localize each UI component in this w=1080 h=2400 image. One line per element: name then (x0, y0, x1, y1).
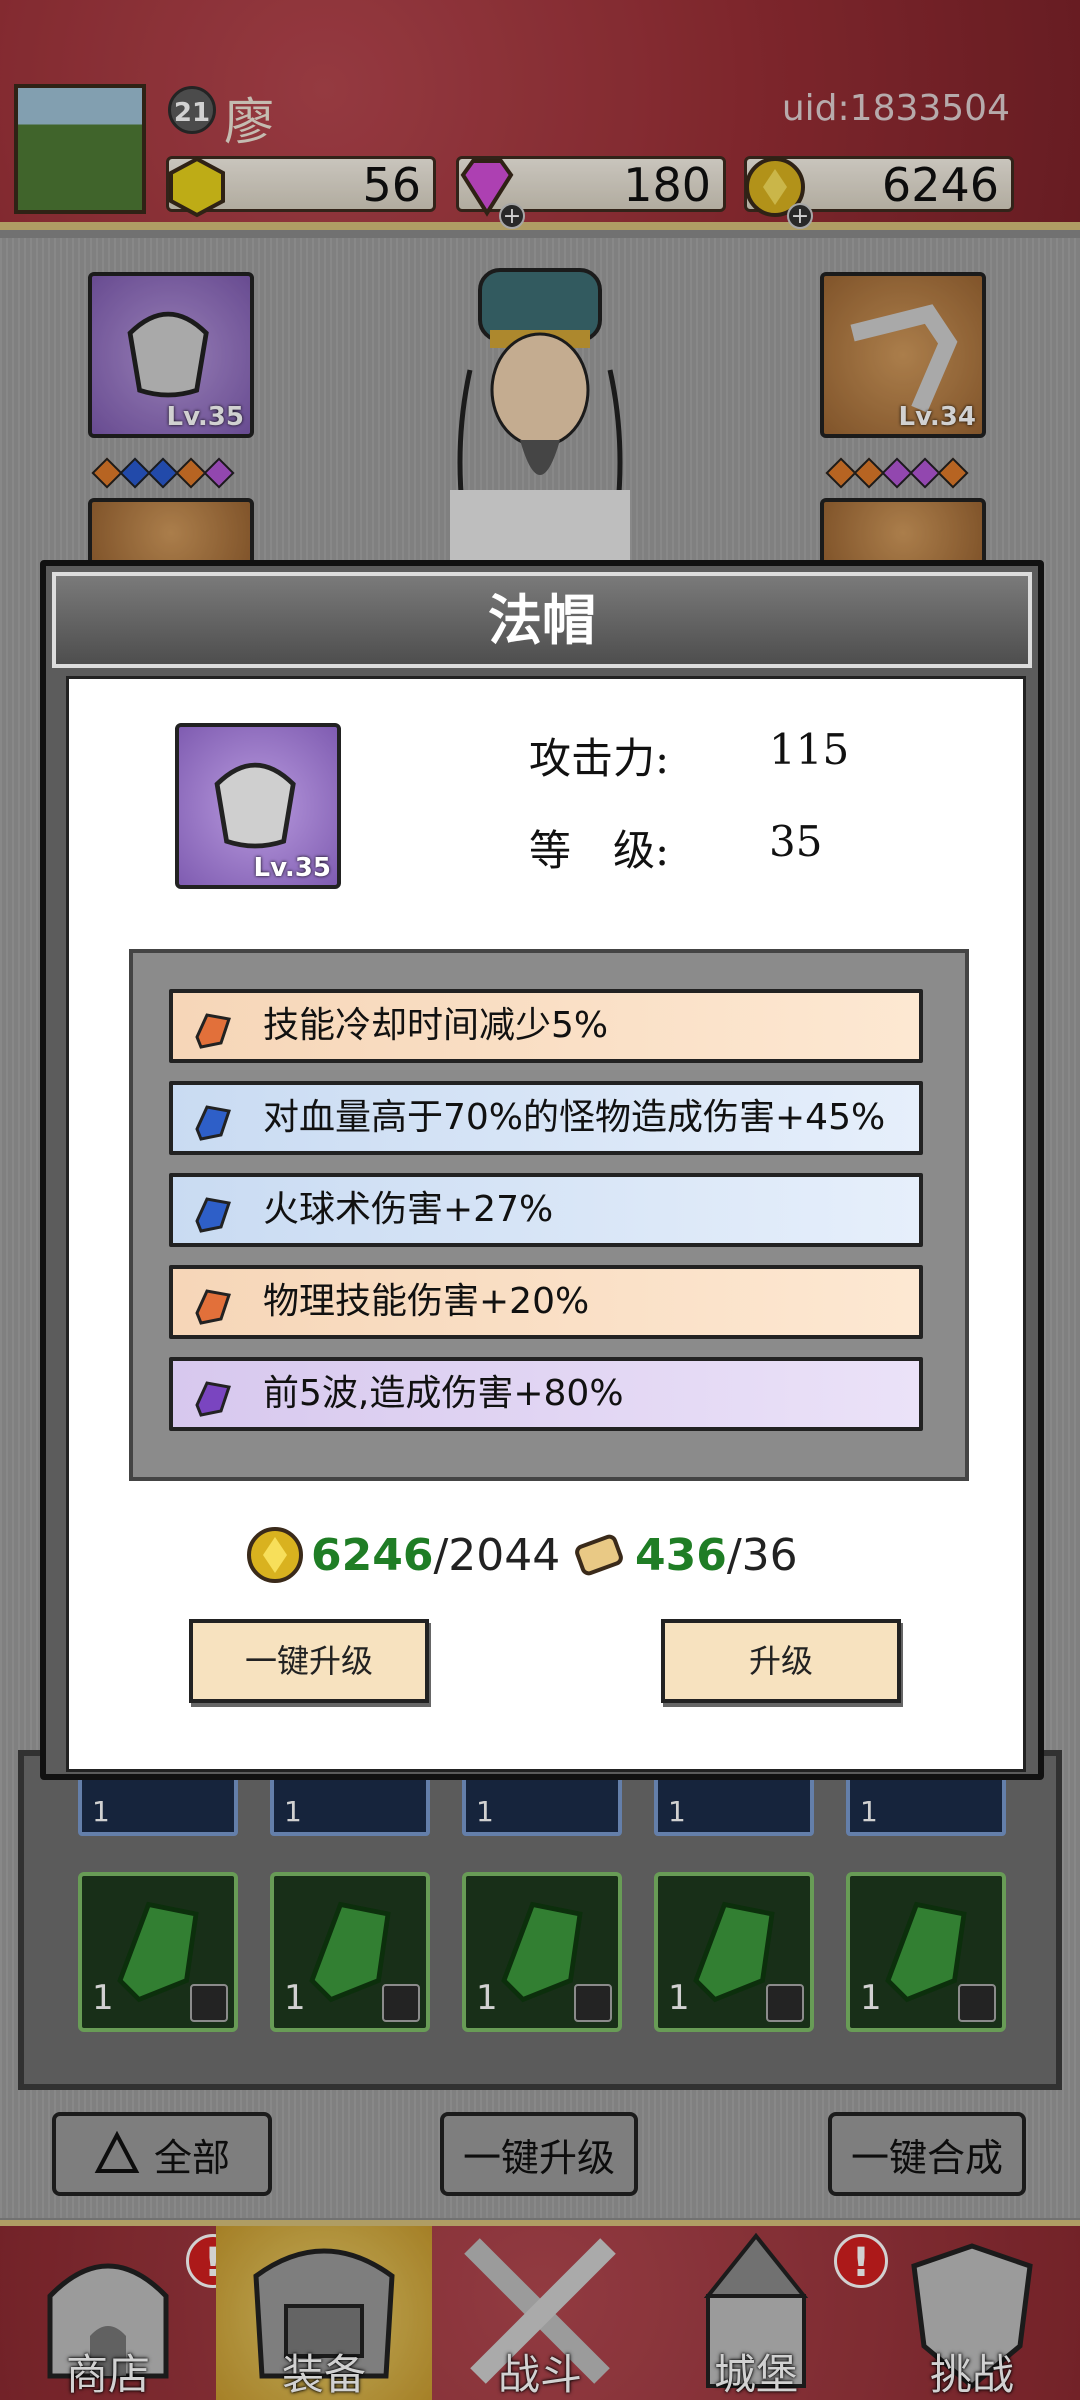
coin-cost: 6246/2044 (245, 1525, 560, 1585)
attribute-row: 前5波,造成伤害+80% (169, 1357, 923, 1431)
attribute-row: 技能冷却时间减少5% (169, 989, 923, 1063)
purple-gem-icon (195, 1381, 231, 1417)
blue-gem-icon (195, 1105, 231, 1141)
item-detail-modal: 法帽 Lv.35 攻击力: 115 等 级: 35 技能冷却时间减少5% 对血量… (40, 560, 1044, 1780)
upgrade-button[interactable]: 升级 (661, 1619, 901, 1703)
attack-value: 115 (769, 725, 850, 774)
modal-title-bar: 法帽 (52, 572, 1032, 668)
attribute-panel: 技能冷却时间减少5% 对血量高于70%的怪物造成伤害+45% 火球术伤害+27%… (129, 949, 969, 1481)
scroll-icon (575, 1534, 623, 1576)
item-icon-frame: Lv.35 (175, 723, 341, 889)
attribute-row: 对血量高于70%的怪物造成伤害+45% (169, 1081, 923, 1155)
auto-upgrade-button[interactable]: 一键升级 (189, 1619, 429, 1703)
attribute-row: 物理技能伤害+20% (169, 1265, 923, 1339)
level-value: 35 (769, 817, 823, 866)
scroll-cost: 436/36 (569, 1525, 798, 1585)
blue-gem-icon (195, 1197, 231, 1233)
attack-label: 攻击力: (529, 734, 670, 783)
level-label: 等 级: (529, 826, 670, 875)
attribute-row: 火球术伤害+27% (169, 1173, 923, 1247)
orange-gem-icon (195, 1289, 231, 1325)
coin-icon (247, 1527, 303, 1583)
modal-title: 法帽 (488, 588, 596, 652)
modal-body: Lv.35 攻击力: 115 等 级: 35 技能冷却时间减少5% 对血量高于7… (66, 676, 1026, 1772)
orange-gem-icon (195, 1013, 231, 1049)
